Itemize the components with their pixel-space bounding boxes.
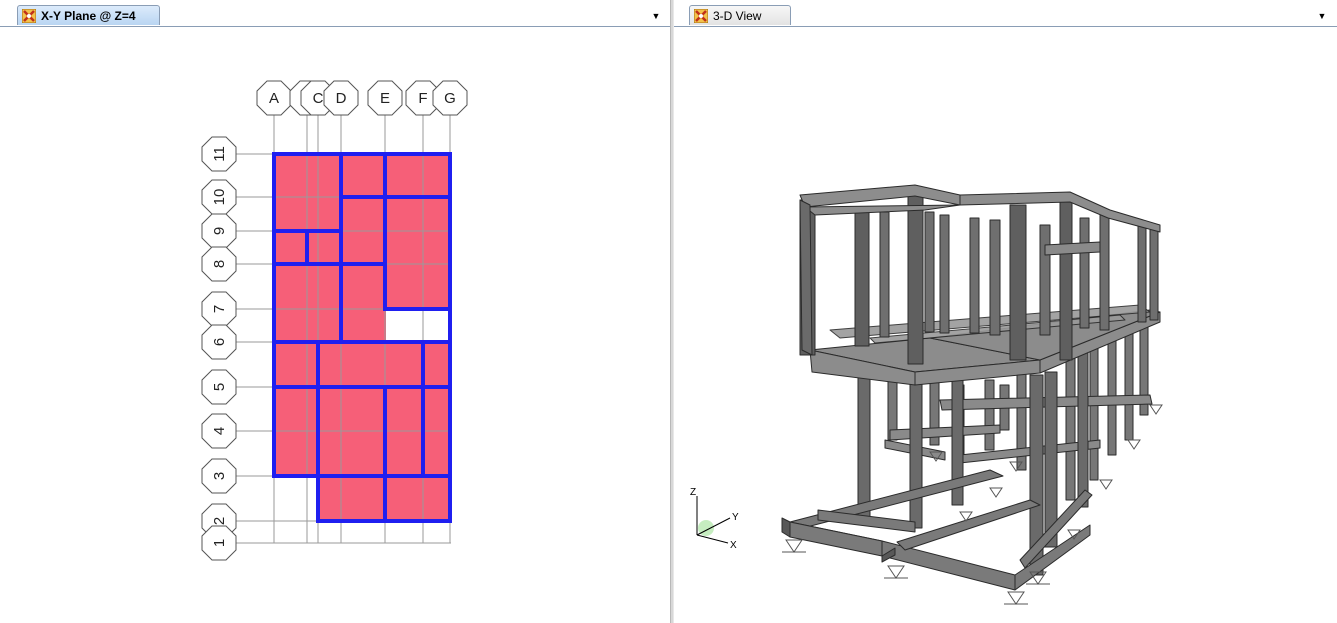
grid-column-labels: A B C D E F G	[256, 80, 468, 116]
grid-bubble-6: 6	[201, 324, 237, 360]
svg-text:3: 3	[211, 472, 228, 480]
grid-bubble-9: 9	[201, 213, 237, 249]
svg-text:7: 7	[211, 305, 228, 313]
grid-bubble-1: 1	[201, 525, 237, 561]
svg-text:5: 5	[211, 383, 228, 391]
grid-bubble-8: 8	[201, 246, 237, 282]
axis-x-label: X	[730, 540, 737, 551]
plan-drawing[interactable]: A B C D E F G	[0, 27, 670, 623]
app-logo-icon	[22, 8, 36, 23]
grid-bubble-e: E	[367, 80, 403, 116]
plan-view-tabstrip: X-Y Plane @ Z=4 ▼	[0, 3, 670, 27]
grid-bubble-5: 5	[201, 369, 237, 405]
axis-y-label: Y	[732, 512, 739, 523]
grid-bubble-g: G	[432, 80, 468, 116]
svg-text:1: 1	[211, 539, 228, 547]
structural-frame	[781, 184, 1161, 591]
axis-triad-icon: Z Y X	[690, 487, 739, 551]
svg-text:6: 6	[211, 338, 228, 346]
plan-view-tab-title: X-Y Plane @ Z=4	[41, 8, 136, 23]
3d-view-tab-title: 3-D View	[713, 8, 762, 23]
svg-text:G: G	[444, 90, 456, 107]
tab-plan-view[interactable]: X-Y Plane @ Z=4	[17, 5, 160, 25]
app-logo-icon	[694, 8, 708, 23]
3d-view-menu-button[interactable]: ▼	[1314, 8, 1330, 24]
svg-text:A: A	[269, 90, 279, 107]
svg-text:10: 10	[211, 189, 228, 206]
plan-view-pane[interactable]: X-Y Plane @ Z=4 ▼ A C D E F G 11 10 9 8 …	[0, 0, 670, 623]
chevron-down-icon: ▼	[651, 11, 661, 21]
grid-bubble-3: 3	[201, 458, 237, 494]
axis-z-label: Z	[690, 487, 696, 498]
svg-text:F: F	[418, 90, 427, 107]
svg-text:2: 2	[211, 517, 228, 525]
svg-text:8: 8	[211, 260, 228, 268]
svg-text:E: E	[380, 90, 390, 107]
3d-model-drawing[interactable]: Z Y X	[674, 27, 1337, 623]
grid-bubble-10: 10	[201, 179, 237, 215]
svg-text:D: D	[336, 90, 347, 107]
svg-text:9: 9	[211, 227, 228, 235]
chevron-down-icon: ▼	[1317, 11, 1327, 21]
plan-view-menu-button[interactable]: ▼	[648, 8, 664, 24]
svg-text:4: 4	[211, 427, 228, 435]
slab-opening	[386, 309, 450, 342]
svg-text:11: 11	[211, 146, 228, 162]
svg-text:C: C	[313, 90, 324, 107]
grid-bubble-4: 4	[201, 413, 237, 449]
tab-3d-view[interactable]: 3-D View	[689, 5, 791, 25]
3d-view-tabstrip: 3-D View ▼	[674, 3, 1337, 27]
grid-bubble-d: D	[323, 80, 359, 116]
grid-bubble-a: A	[256, 80, 292, 116]
grid-bubble-11: 11	[201, 136, 237, 172]
3d-view-pane[interactable]: 3-D View ▼ Z Y X	[674, 0, 1337, 623]
grid-bubble-7: 7	[201, 291, 237, 327]
grid-row-labels: 11 10 9 8 7 6 5 4 3 2 1	[201, 136, 237, 561]
